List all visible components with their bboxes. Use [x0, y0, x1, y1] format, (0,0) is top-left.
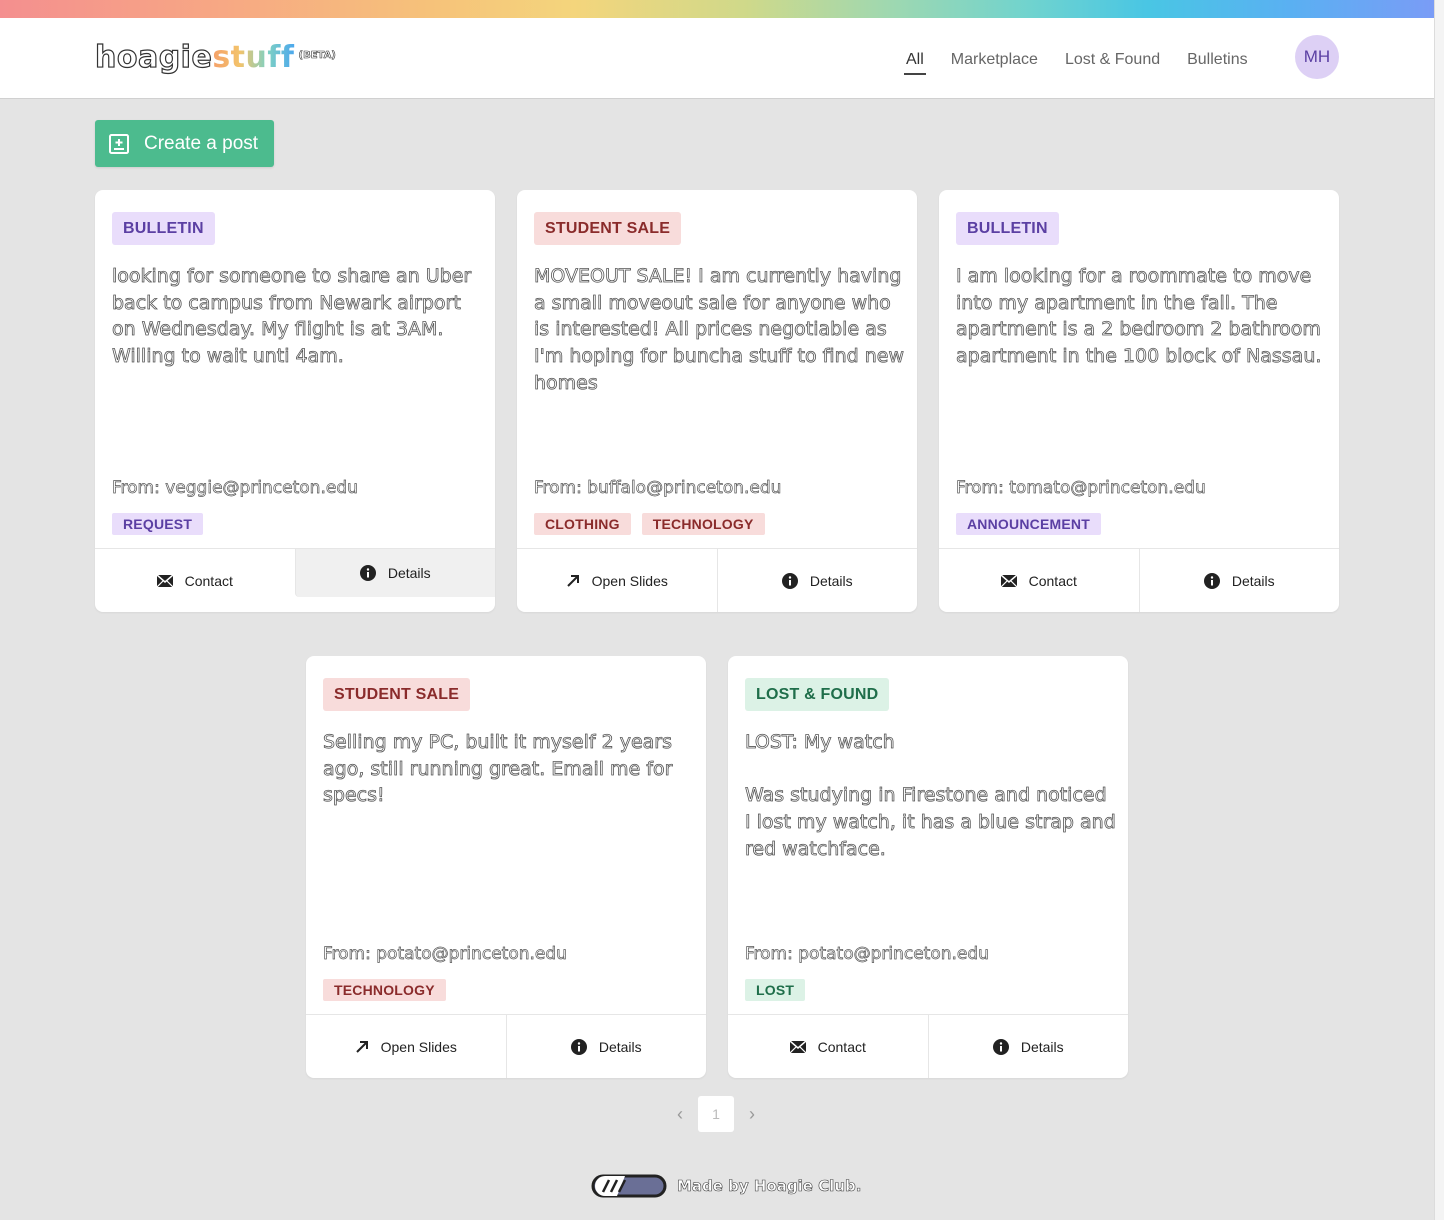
tag: REQUEST [112, 513, 204, 535]
post-author: From: potato@princeton.edu [323, 944, 568, 965]
tag: LOST [745, 979, 806, 1001]
arrow-up-right-icon [355, 1040, 369, 1054]
envelope-icon [156, 574, 173, 587]
category-badge: STUDENT SALE [323, 678, 471, 711]
info-icon [992, 1038, 1009, 1055]
footer: Made by Hoagie Club. [591, 1174, 862, 1198]
nav-tab-all[interactable]: All [904, 51, 926, 75]
post-card: STUDENT SALE MOVEOUT SALE! I am currentl… [517, 190, 917, 612]
pagination: ‹ 1 › [672, 1096, 760, 1132]
create-post-button[interactable]: Create a post [95, 120, 274, 167]
nav-links: All Marketplace Lost & Found Bulletins [904, 51, 1248, 75]
open-slides-label: Open Slides [380, 1038, 457, 1055]
post-author: From: potato@princeton.edu [745, 944, 990, 965]
tag-list: REQUEST [112, 513, 204, 535]
details-label: Details [387, 565, 431, 581]
rainbow-bar [0, 0, 1434, 18]
tag-list: LOST [745, 979, 806, 1001]
details-label: Details [1231, 572, 1275, 589]
logo[interactable]: hoagie stuff (BETA) [94, 39, 336, 75]
post-description: LOST: My watch Was studying in Firestone… [745, 731, 1117, 861]
tag-list: TECHNOLOGY [323, 979, 446, 1001]
post-description: looking for someone to share an Uber bac… [112, 265, 478, 368]
nav-tab-marketplace[interactable]: Marketplace [951, 51, 1038, 75]
post-card: STUDENT SALE Selling my PC, built it mys… [306, 656, 706, 1078]
prev-page-button[interactable]: ‹ [672, 1096, 688, 1132]
card-actions: Contact Details [939, 548, 1339, 612]
add-box-icon [108, 133, 130, 155]
beta-label: (BETA) [298, 50, 336, 62]
window-edge [1434, 0, 1444, 1220]
tag-list: CLOTHING TECHNOLOGY [534, 513, 765, 535]
next-page-button[interactable]: › [744, 1096, 760, 1132]
post-card: LOST & FOUND LOST: My watch Was studying… [728, 656, 1128, 1078]
details-button[interactable]: Details [927, 1015, 1129, 1078]
page-number-button[interactable]: 1 [698, 1096, 734, 1132]
contact-button[interactable]: Contact [728, 1015, 928, 1078]
nav-tab-lost-found[interactable]: Lost & Found [1065, 51, 1160, 75]
hoagie-club-logo-icon [591, 1174, 667, 1198]
contact-button[interactable]: Contact [95, 549, 295, 612]
tag: TECHNOLOGY [641, 513, 765, 535]
tag: CLOTHING [534, 513, 631, 535]
details-button[interactable]: Details [716, 549, 918, 612]
envelope-icon [789, 1040, 806, 1053]
category-badge: LOST & FOUND [745, 678, 890, 711]
post-description: Selling my PC, built it myself 2 years a… [323, 731, 679, 807]
post-description: I am looking for a roommate to move into… [956, 265, 1327, 368]
open-slides-label: Open Slides [591, 572, 668, 589]
details-label: Details [1020, 1038, 1064, 1055]
footer-text: Made by Hoagie Club. [677, 1177, 862, 1196]
top-navbar: hoagie stuff (BETA) All Marketplace Lost… [0, 18, 1434, 99]
info-icon [359, 565, 376, 581]
arrow-up-right-icon [566, 574, 580, 588]
open-slides-button[interactable]: Open Slides [517, 549, 717, 612]
post-author: From: buffalo@princeton.edu [534, 478, 782, 499]
tag-list: ANNOUNCEMENT [956, 513, 1101, 535]
tag: TECHNOLOGY [323, 979, 446, 1001]
card-actions: Contact Details [95, 548, 495, 612]
card-actions: Contact Details [728, 1014, 1128, 1078]
category-badge: BULLETIN [112, 212, 215, 245]
info-icon [1203, 572, 1220, 589]
category-badge: STUDENT SALE [534, 212, 682, 245]
contact-button[interactable]: Contact [939, 549, 1139, 612]
logo-hoagie-text: hoagie [94, 39, 213, 75]
details-button[interactable]: Details [1138, 549, 1340, 612]
info-icon [570, 1038, 587, 1055]
open-slides-button[interactable]: Open Slides [306, 1015, 506, 1078]
contact-label: Contact [184, 572, 233, 589]
contact-label: Contact [817, 1038, 866, 1055]
details-button[interactable]: Details [505, 1015, 707, 1078]
category-badge: BULLETIN [956, 212, 1059, 245]
create-post-label: Create a post [144, 132, 259, 154]
contact-label: Contact [1028, 572, 1077, 589]
post-author: From: veggie@princeton.edu [112, 478, 359, 499]
post-author: From: tomato@princeton.edu [956, 478, 1206, 499]
info-icon [781, 572, 798, 589]
details-label: Details [598, 1038, 642, 1055]
post-description: MOVEOUT SALE! I am currently having a sm… [534, 265, 911, 395]
post-card: BULLETIN looking for someone to share an… [95, 190, 495, 612]
logo-stuff-text: stuff [212, 40, 295, 75]
card-actions: Open Slides Details [306, 1014, 706, 1078]
user-avatar[interactable]: MH [1295, 35, 1339, 79]
details-label: Details [809, 572, 853, 589]
envelope-icon [1000, 574, 1017, 587]
details-button[interactable]: Details [294, 549, 495, 597]
card-actions: Open Slides Details [517, 548, 917, 612]
post-card: BULLETIN I am looking for a roommate to … [939, 190, 1339, 612]
tag: ANNOUNCEMENT [956, 513, 1101, 535]
nav-tab-bulletins[interactable]: Bulletins [1187, 51, 1247, 75]
